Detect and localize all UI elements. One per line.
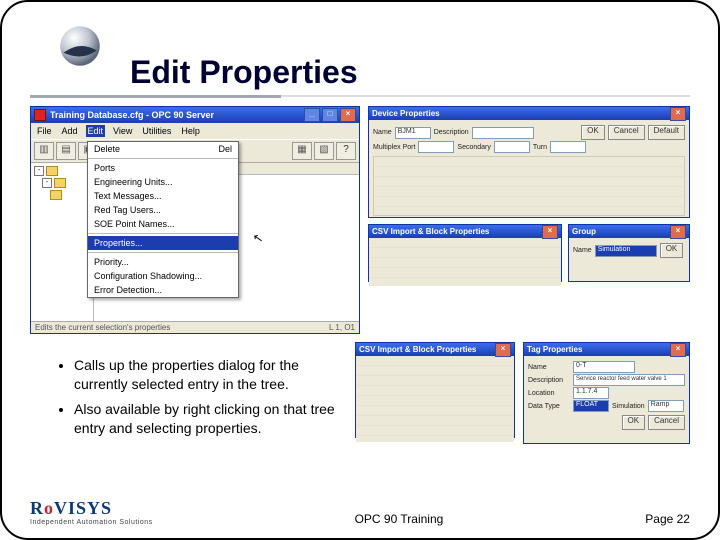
window-title: Training Database.cfg - OPC 90 Server <box>50 110 214 120</box>
item-icon[interactable] <box>50 190 62 200</box>
menu-item[interactable]: Engineering Units... <box>88 175 238 189</box>
menu-view[interactable]: View <box>111 125 134 137</box>
menu-item[interactable]: SOE Point Names... <box>88 217 238 231</box>
toolbar-icon[interactable]: ▥ <box>34 142 54 160</box>
ok-button[interactable]: OK <box>622 415 646 430</box>
tag-desc-input[interactable]: Service reactor feed water valve 1 <box>573 374 685 386</box>
cancel-button[interactable]: Cancel <box>608 125 645 140</box>
menu-item[interactable]: Ports <box>88 161 238 175</box>
edit-dropdown: Delete Del PortsEngineering Units...Text… <box>87 141 239 298</box>
help-icon[interactable]: ? <box>336 142 356 160</box>
sphere-logo <box>58 24 102 68</box>
device-options-area <box>373 156 685 216</box>
csv-block-dialog: CSV Import & Block Properties × <box>355 342 515 438</box>
close-button[interactable]: × <box>542 225 558 239</box>
status-text: Edits the current selection's properties <box>35 323 170 332</box>
turn-input[interactable] <box>550 141 586 153</box>
menubar: File Add Edit View Utilities Help <box>31 123 359 139</box>
maximize-button[interactable]: □ <box>322 108 338 122</box>
close-button[interactable]: × <box>670 225 686 239</box>
menu-item-properties[interactable]: Properties... <box>88 236 238 250</box>
default-button[interactable]: Default <box>648 125 685 140</box>
close-button[interactable]: × <box>670 107 686 121</box>
menu-item[interactable]: Configuration Shadowing... <box>88 269 238 283</box>
device-properties-dialog: Device Properties × Name BJM1 Descriptio… <box>368 106 690 218</box>
close-button[interactable]: × <box>340 108 356 122</box>
tag-type-input[interactable]: FLOAT <box>574 401 600 408</box>
menu-help[interactable]: Help <box>179 125 202 137</box>
app-icon <box>34 109 46 121</box>
footer: RoVISYS Independent Automation Solutions… <box>30 498 690 526</box>
name-input[interactable]: BJM1 <box>395 127 431 139</box>
close-button[interactable]: × <box>495 343 511 357</box>
folder-icon <box>46 166 58 176</box>
menu-item-delete[interactable]: Delete Del <box>88 142 238 156</box>
menu-item[interactable]: Text Messages... <box>88 189 238 203</box>
port-input[interactable] <box>418 141 454 153</box>
menu-item[interactable]: Error Detection... <box>88 283 238 297</box>
dialog-title: Tag Properties <box>527 345 582 354</box>
menu-edit[interactable]: Edit <box>86 125 106 137</box>
group-name-input[interactable]: Simulation <box>596 246 633 253</box>
dialog-title: CSV Import & Block Properties <box>359 345 476 354</box>
folder-icon <box>54 178 66 188</box>
dialog-title: CSV Import & Block Properties <box>372 227 489 236</box>
ok-button[interactable]: OK <box>660 243 684 258</box>
tree-pane: - - <box>31 163 94 321</box>
toolbar-icon[interactable]: ▧ <box>314 142 334 160</box>
footer-page: Page 22 <box>645 512 690 526</box>
divider-accent <box>30 95 281 98</box>
slide-title: Edit Properties <box>130 54 690 91</box>
ok-button[interactable]: OK <box>581 125 605 140</box>
close-button[interactable]: × <box>670 343 686 357</box>
rovisys-logo: RoVISYS Independent Automation Solutions <box>30 498 153 526</box>
tag-sim-input[interactable]: Ramp <box>648 400 684 412</box>
tag-name-input[interactable]: 0-T <box>573 361 635 373</box>
menu-file[interactable]: File <box>35 125 54 137</box>
csv-import-dialog: CSV Import & Block Properties × <box>368 224 562 282</box>
screenshot-row: Training Database.cfg - OPC 90 Server _ … <box>30 106 690 334</box>
toolbar-icon[interactable]: ▤ <box>56 142 76 160</box>
cancel-button[interactable]: Cancel <box>648 415 685 430</box>
footer-center: OPC 90 Training <box>355 512 444 526</box>
tag-properties-dialog: Tag Properties× Name0-T DescriptionServi… <box>523 342 690 444</box>
toolbar-icon[interactable]: ▦ <box>292 142 312 160</box>
cursor-icon: ↖ <box>252 230 264 246</box>
opc90-window: Training Database.cfg - OPC 90 Server _ … <box>30 106 360 334</box>
expand-icon[interactable]: - <box>42 178 52 188</box>
bullet-item: Also available by right clicking on that… <box>74 400 347 438</box>
menu-item[interactable]: Red Tag Users... <box>88 203 238 217</box>
opc90-window-shot: Training Database.cfg - OPC 90 Server _ … <box>30 106 360 334</box>
group-dialog: Group× Name Simulation OK <box>568 224 690 282</box>
menu-add[interactable]: Add <box>60 125 80 137</box>
expand-icon[interactable]: - <box>34 166 44 176</box>
status-bar: Edits the current selection's properties… <box>31 321 359 333</box>
menu-item[interactable]: Priority... <box>88 255 238 269</box>
right-shots: Device Properties × Name BJM1 Descriptio… <box>368 106 690 334</box>
menu-utilities[interactable]: Utilities <box>140 125 173 137</box>
dialog-title: Device Properties <box>372 109 440 118</box>
lower-row: Calls up the properties dialog for the c… <box>30 342 690 444</box>
dialog-title: Group <box>572 227 596 236</box>
tag-loc-input[interactable]: 1.1.7.4 <box>573 387 609 399</box>
desc-input[interactable] <box>472 127 534 139</box>
slide: Edit Properties Training Database.cfg - … <box>0 0 720 540</box>
bullet-item: Calls up the properties dialog for the c… <box>74 356 347 394</box>
titlebar: Training Database.cfg - OPC 90 Server _ … <box>31 107 359 123</box>
secondary-input[interactable] <box>494 141 530 153</box>
bullet-list: Calls up the properties dialog for the c… <box>34 356 347 444</box>
minimize-button[interactable]: _ <box>304 108 320 122</box>
status-pos: L 1, O1 <box>329 323 355 332</box>
